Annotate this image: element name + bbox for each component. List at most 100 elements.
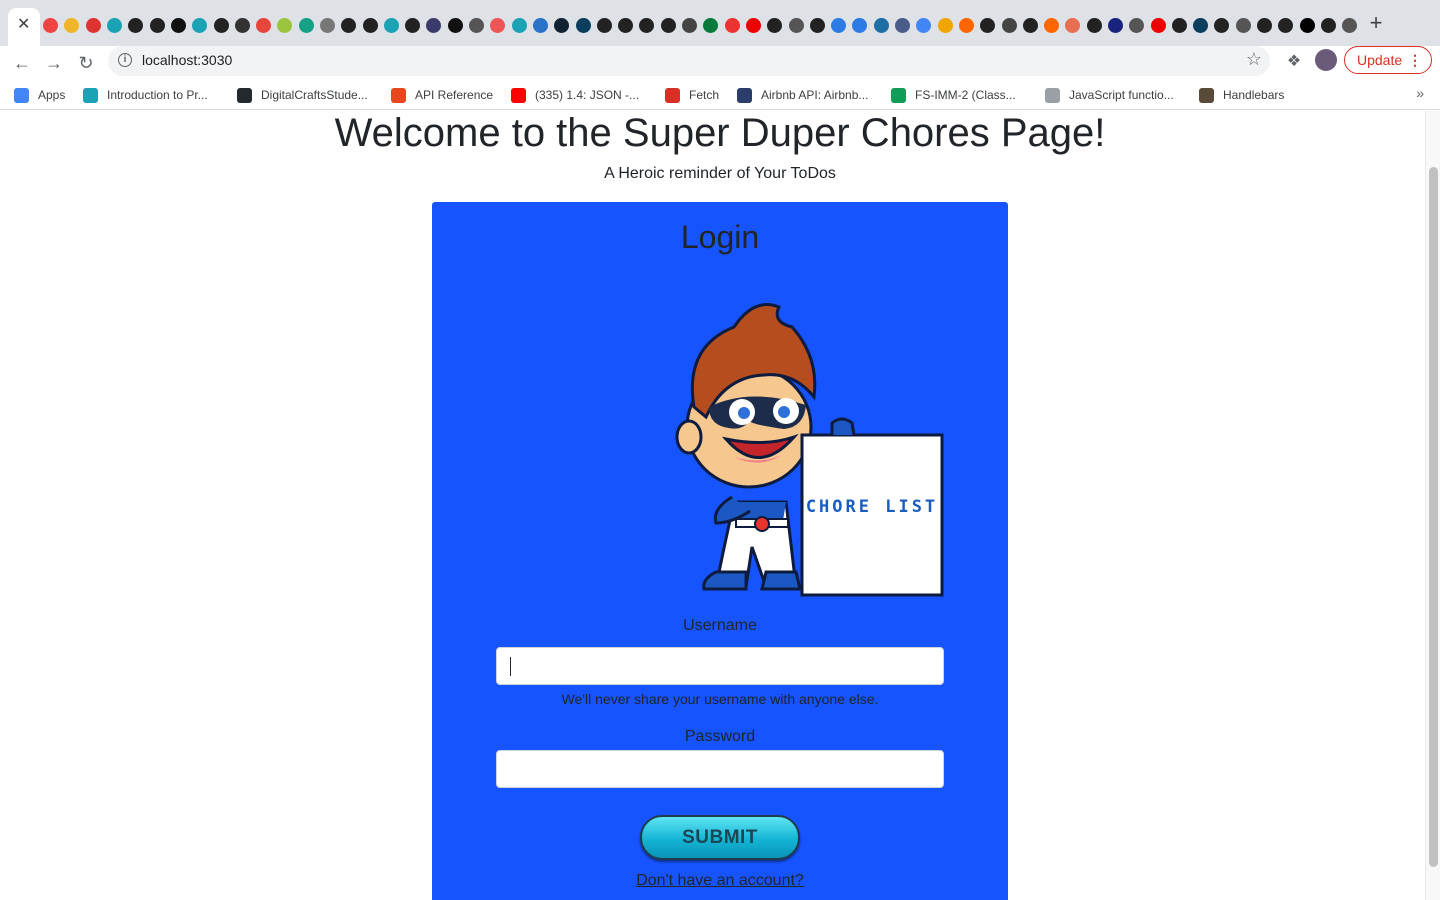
pinned-tab-favicon[interactable] — [977, 14, 998, 36]
pinned-tab-favicon[interactable] — [253, 14, 274, 36]
favicon-icon — [170, 17, 186, 33]
forward-icon[interactable]: → — [40, 49, 68, 77]
address-bar[interactable]: i localhost:3030 ☆ — [108, 46, 1270, 76]
favicon-icon — [852, 17, 868, 33]
pinned-tab-favicon[interactable] — [722, 14, 743, 36]
pinned-tab-favicon[interactable] — [1190, 14, 1211, 36]
pinned-tab-favicon[interactable] — [487, 14, 508, 36]
bookmark-item[interactable]: Handlebars — [1199, 86, 1284, 104]
pinned-tab-favicon[interactable] — [40, 14, 61, 36]
submit-button[interactable]: SUBMIT — [640, 815, 800, 860]
pinned-tab-favicon[interactable] — [636, 14, 657, 36]
pinned-tab-favicon[interactable] — [1275, 14, 1296, 36]
pinned-tab-favicon[interactable] — [445, 14, 466, 36]
pinned-tab-favicon[interactable] — [871, 14, 892, 36]
pinned-tab-favicon[interactable] — [743, 14, 764, 36]
pinned-tab-favicon[interactable] — [1105, 14, 1126, 36]
bookmark-item[interactable]: Apps — [14, 86, 65, 104]
bookmark-item[interactable]: (335) 1.4: JSON -... — [511, 86, 639, 104]
pinned-tab-favicon[interactable] — [1147, 14, 1168, 36]
pinned-tab-favicon[interactable] — [61, 14, 82, 36]
signup-link[interactable]: Don't have an account? — [432, 872, 1008, 890]
pinned-tab-favicon[interactable] — [317, 14, 338, 36]
new-tab-button[interactable]: + — [1364, 12, 1388, 36]
username-input[interactable] — [496, 647, 944, 685]
pinned-tab-favicon[interactable] — [530, 14, 551, 36]
pinned-tab-favicon[interactable] — [402, 14, 423, 36]
profile-avatar[interactable] — [1315, 49, 1337, 71]
pinned-tab-favicon[interactable] — [232, 14, 253, 36]
pinned-tab-favicon[interactable] — [296, 14, 317, 36]
pinned-tab-favicon[interactable] — [104, 14, 125, 36]
back-icon[interactable]: ← — [8, 49, 36, 77]
pinned-tab-favicon[interactable] — [807, 14, 828, 36]
pinned-tab-favicon[interactable] — [1297, 14, 1318, 36]
pinned-tab-favicon[interactable] — [1062, 14, 1083, 36]
pinned-tab-favicon[interactable] — [1169, 14, 1190, 36]
pinned-tab-favicon[interactable] — [551, 14, 572, 36]
pinned-tab-favicon[interactable] — [1126, 14, 1147, 36]
page-scrollbar[interactable] — [1425, 111, 1440, 900]
pinned-tab-favicon[interactable] — [189, 14, 210, 36]
pinned-tab-favicon[interactable] — [381, 14, 402, 36]
pinned-tab-favicon[interactable] — [338, 14, 359, 36]
pinned-tab-favicon[interactable] — [913, 14, 934, 36]
bookmark-item[interactable]: Introduction to Pr... — [83, 86, 208, 104]
pinned-tab-favicon[interactable] — [594, 14, 615, 36]
favicon-icon — [1107, 17, 1123, 33]
pinned-tab-favicon[interactable] — [764, 14, 785, 36]
pinned-tab-favicon[interactable] — [359, 14, 380, 36]
pinned-tab-favicon[interactable] — [1211, 14, 1232, 36]
active-tab[interactable]: ✕ — [8, 8, 40, 46]
pinned-tab-favicon[interactable] — [509, 14, 530, 36]
pinned-tab-favicon[interactable] — [125, 14, 146, 36]
pinned-tab-favicon[interactable] — [956, 14, 977, 36]
pinned-tab-favicon[interactable] — [1041, 14, 1062, 36]
scrollbar-thumb[interactable] — [1429, 167, 1438, 867]
pinned-tab-favicon[interactable] — [1020, 14, 1041, 36]
reload-icon[interactable]: ↻ — [72, 49, 100, 77]
pinned-tab-favicon[interactable] — [83, 14, 104, 36]
pinned-tab-favicon[interactable] — [615, 14, 636, 36]
pinned-tab-favicon[interactable] — [1084, 14, 1105, 36]
update-button[interactable]: Update ⋮ — [1344, 46, 1432, 74]
pinned-tab-favicon[interactable] — [1233, 14, 1254, 36]
pinned-tab-favicon[interactable] — [849, 14, 870, 36]
favicon-icon — [1299, 17, 1315, 33]
pinned-tab-favicon[interactable] — [998, 14, 1019, 36]
pinned-tab-favicon[interactable] — [146, 14, 167, 36]
bookmark-star-icon[interactable]: ☆ — [1246, 49, 1262, 70]
url-text[interactable]: localhost:3030 — [142, 52, 232, 68]
pinned-tab-favicon[interactable] — [934, 14, 955, 36]
pinned-tab-favicon[interactable] — [658, 14, 679, 36]
pinned-tab-favicon[interactable] — [1339, 14, 1360, 36]
site-info-icon[interactable]: i — [118, 53, 132, 67]
bookmark-item[interactable]: FS-IMM-2 (Class... — [891, 86, 1016, 104]
pinned-tab-favicon[interactable] — [423, 14, 444, 36]
more-bookmarks-chevron-icon[interactable]: » — [1416, 85, 1424, 101]
bookmark-item[interactable]: DigitalCraftsStude... — [237, 86, 368, 104]
pinned-tab-favicon[interactable] — [572, 14, 593, 36]
bookmark-item[interactable]: Airbnb API: Airbnb... — [737, 86, 868, 104]
pinned-tab-favicon[interactable] — [679, 14, 700, 36]
pinned-tab-favicon[interactable] — [466, 14, 487, 36]
favicon-icon — [1342, 17, 1358, 33]
pinned-tab-favicon[interactable] — [210, 14, 231, 36]
password-label: Password — [684, 728, 756, 745]
pinned-tab-favicon[interactable] — [274, 14, 295, 36]
bookmark-item[interactable]: API Reference — [391, 86, 493, 104]
pinned-tab-favicon[interactable] — [785, 14, 806, 36]
password-input[interactable] — [496, 750, 944, 788]
pinned-tab-favicon[interactable] — [828, 14, 849, 36]
bookmark-item[interactable]: Fetch — [665, 86, 719, 104]
pinned-tab-favicon[interactable] — [1254, 14, 1275, 36]
kebab-menu-icon: ⋮ — [1408, 52, 1422, 68]
tab-close-icon[interactable]: ✕ — [17, 16, 30, 34]
pinned-tab-favicon[interactable] — [700, 14, 721, 36]
pinned-tab-favicon[interactable] — [168, 14, 189, 36]
pinned-tab-favicon[interactable] — [1318, 14, 1339, 36]
favicon-icon — [1001, 17, 1017, 33]
bookmark-item[interactable]: JavaScript functio... — [1045, 86, 1174, 104]
extensions-puzzle-icon[interactable]: ❖ — [1284, 51, 1304, 71]
pinned-tab-favicon[interactable] — [892, 14, 913, 36]
